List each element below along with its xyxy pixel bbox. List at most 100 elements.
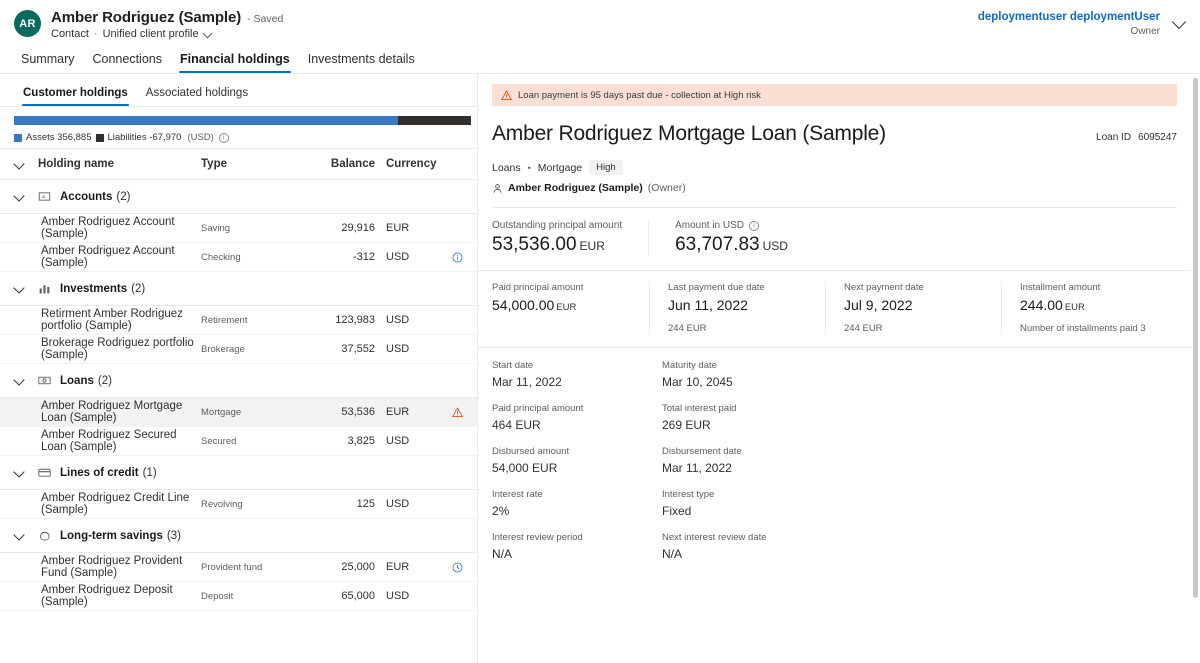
holdings-group-investments[interactable]: Investments (2) [0,272,477,306]
summary-label: Installment amount [1020,282,1101,293]
group-collapse-toggle[interactable] [14,375,38,386]
holding-row[interactable]: Amber Rodriguez Deposit (Sample) Deposit 6… [0,582,477,611]
holding-row[interactable]: Amber Rodriguez Credit Line (Sample) Revo… [0,490,477,519]
holding-row[interactable]: Brokerage Rodriguez portfolio (Sample) Br… [0,335,477,364]
holding-currency: USD [386,435,410,447]
holding-balance: 29,916 [341,222,375,234]
holding-row[interactable]: Retirment Amber Rodriguez portfolio (Sam… [0,306,477,335]
holding-row[interactable]: Amber Rodriguez Account (Sample) Checking… [0,243,477,272]
field-value: 464 EUR [492,418,541,432]
holding-name: Amber Rodriguez Account (Sample) [41,216,175,240]
column-header-balance[interactable]: Balance [313,158,375,170]
owner-info[interactable]: deploymentuser deploymentUser Owner [978,11,1160,38]
warning-icon[interactable] [452,406,463,418]
chart-icon [38,282,60,295]
info-icon[interactable] [452,252,463,263]
holding-type: Checking [201,251,241,263]
vertical-scrollbar[interactable] [1193,78,1198,598]
group-count: (2) [97,374,112,387]
holdings-group-long-term-savings[interactable]: Long-term savings (3) [0,519,477,553]
holding-row[interactable]: Amber Rodriguez Mortgage Loan (Sample) Mo… [0,398,477,427]
field-label: Interest type [662,489,715,500]
holding-currency: USD [386,590,410,602]
tab-connections[interactable]: Connections [83,52,171,73]
column-header-currency[interactable]: Currency [375,158,437,170]
clock-icon[interactable] [452,562,463,573]
breadcrumb-subcategory[interactable]: Mortgage [538,162,582,174]
field-value: Fixed [662,504,692,518]
loan-title-row: Amber Rodriguez Mortgage Loan (Sample) L… [478,106,1191,146]
info-icon[interactable]: i [218,132,229,143]
field-label: Disbursed amount [492,446,570,457]
field-value: N/A [492,547,513,561]
legend-label-assets: Assets 356,885 [26,132,92,143]
holding-name: Amber Rodriguez Mortgage Loan (Sample) [41,400,183,424]
group-collapse-toggle[interactable] [14,467,38,478]
holding-name: Amber Rodriguez Provident Fund (Sample) [41,555,183,579]
column-header-name[interactable]: Holding name [38,158,201,170]
header-text-block: Amber Rodriguez (Sample) - Saved Contact… [51,9,283,40]
tab-investments-details[interactable]: Investments details [299,52,424,73]
app-header: AR Amber Rodriguez (Sample) - Saved Cont… [0,0,1200,45]
holding-row[interactable]: Amber Rodriguez Account (Sample) Saving 29… [0,214,477,243]
holdings-tab-customer-holdings[interactable]: Customer holdings [14,87,137,106]
detail-field-row: Start date Mar 11, 2022 Maturity date Mar 1… [492,360,1177,389]
owner-name-link[interactable]: deploymentuser deploymentUser [978,11,1160,24]
loan-title: Amber Rodriguez Mortgage Loan (Sample) [492,122,886,145]
detail-field: Disbursed amount 54,000 EUR [492,446,662,475]
chevron-down-icon [14,375,25,386]
loan-owner-tag: (Owner) [647,182,686,194]
holdings-group-loans[interactable]: Loans (2) [0,364,477,398]
holding-balance: -312 [352,251,375,263]
column-header-type[interactable]: Type [201,158,313,170]
holding-type: Mortgage [201,406,242,418]
holding-name: Amber Rodriguez Deposit (Sample) [41,584,173,608]
detail-field: Interest review period N/A [492,532,662,561]
holding-row[interactable]: Amber Rodriguez Provident Fund (Sample) P… [0,553,477,582]
breadcrumb-category[interactable]: Loans [492,162,521,174]
group-collapse-toggle[interactable] [14,530,38,541]
field-label: Interest rate [492,489,543,500]
primary-amount-cell: Outstanding principal amount 53,536.00 EUR [492,220,648,256]
tab-financial-holdings[interactable]: Financial holdings [171,52,299,73]
detail-field: Disbursement date Mar 11, 2022 [662,446,832,475]
detail-field: Interest type Fixed [662,489,832,518]
detail-field: Total interest paid 269 EUR [662,403,832,432]
loan-owner-name[interactable]: Amber Rodriguez (Sample) [508,182,643,194]
holding-type: Deposit [201,590,234,602]
detail-field: Paid principal amount 464 EUR [492,403,662,432]
summary-value: 244.00 [1020,297,1063,313]
holdings-tab-associated-holdings[interactable]: Associated holdings [137,87,257,106]
holdings-panel: Customer holdings Associated holdings Ass… [0,74,478,663]
field-label: Interest review period [492,532,583,543]
profile-selector-label[interactable]: Unified client profile [103,28,199,40]
holdings-tab-bar: Customer holdings Associated holdings [0,74,477,107]
assets-swatch-icon [14,133,22,142]
chevron-down-icon[interactable] [1174,17,1186,29]
detail-field-row: Paid principal amount 464 EUR Total intere… [492,403,1177,432]
liabilities-bar-segment [397,116,471,125]
tab-summary[interactable]: Summary [12,52,83,73]
holding-name: Amber Rodriguez Secured Loan (Sample) [41,429,177,453]
field-label: Disbursement date [662,446,742,457]
group-count: (2) [116,190,131,203]
legend-label-liabilities: Liabilities -67,970 [107,132,182,143]
group-count: (1) [142,466,157,479]
detail-field: Maturity date Mar 10, 2045 [662,360,832,389]
alert-text: Loan payment is 95 days past due - colle… [518,89,761,101]
info-icon[interactable]: i [749,220,759,231]
holding-currency: EUR [386,406,410,418]
group-collapse-toggle[interactable] [14,191,38,202]
holding-currency: USD [386,498,410,510]
collapse-all-toggle[interactable] [14,159,38,170]
chevron-down-icon[interactable] [204,30,213,39]
holding-currency: USD [386,343,410,355]
holdings-group-lines-of-credit[interactable]: Lines of credit (1) [0,456,477,490]
holding-balance: 125 [356,498,375,510]
money-icon [38,374,60,387]
group-collapse-toggle[interactable] [14,283,38,294]
summary-value: 54,000.00 [492,297,555,313]
amount-value: 63,707.83 [675,234,760,255]
holdings-group-accounts[interactable]: A Accounts (2) [0,180,477,214]
holding-row[interactable]: Amber Rodriguez Secured Loan (Sample) Sec… [0,427,477,456]
